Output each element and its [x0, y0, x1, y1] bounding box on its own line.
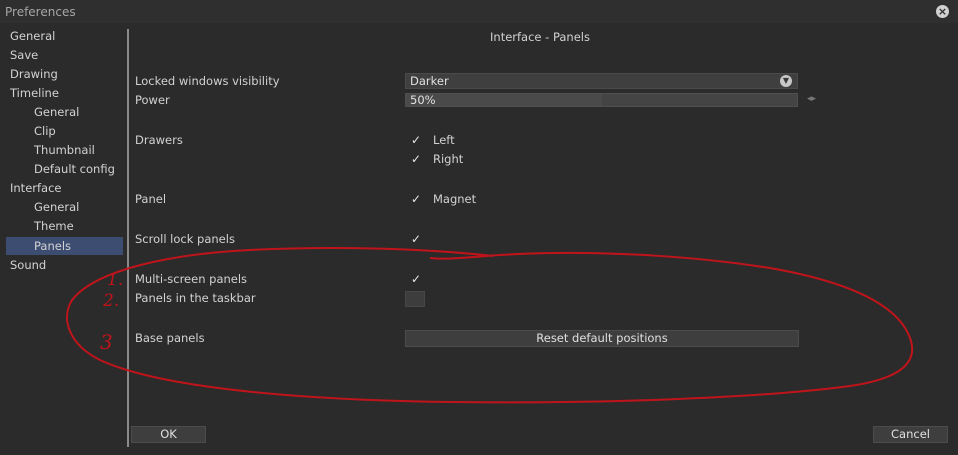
sidebar-item-clip[interactable]: Clip	[34, 122, 56, 140]
sidebar-item-save[interactable]: Save	[10, 46, 38, 64]
sidebar-item-timeline[interactable]: Timeline	[10, 84, 59, 102]
window-title: Preferences	[5, 5, 76, 19]
sidebar-item-sound[interactable]: Sound	[10, 256, 46, 274]
multi-screen-panels-label: Multi-screen panels	[135, 272, 248, 286]
reset-default-positions-button[interactable]: Reset default positions	[405, 330, 799, 347]
close-icon[interactable]: ×	[936, 5, 949, 18]
sidebar-item-theme[interactable]: Theme	[34, 217, 74, 235]
sidebar-divider	[127, 29, 129, 447]
annotation-overlay: 1. 2. 3	[66, 247, 914, 404]
spin-arrows-icon[interactable]: ◂▸	[807, 94, 816, 104]
base-panels-label: Base panels	[135, 331, 205, 345]
checkmark-icon[interactable]: ✓	[409, 133, 423, 147]
drawers-right-label: Right	[433, 152, 464, 166]
checkmark-icon[interactable]: ✓	[409, 272, 423, 286]
sidebar-item-timeline-general[interactable]: General	[34, 103, 79, 121]
ok-button[interactable]: OK	[131, 426, 206, 443]
panels-in-taskbar-checkbox[interactable]	[405, 291, 425, 307]
locked-windows-visibility-label: Locked windows visibility	[135, 74, 280, 88]
panels-in-taskbar-label: Panels in the taskbar	[135, 291, 256, 305]
sidebar-item-default-config[interactable]: Default config	[34, 160, 115, 178]
sidebar-item-drawing[interactable]: Drawing	[10, 65, 58, 83]
scroll-lock-panels-label: Scroll lock panels	[135, 232, 235, 246]
title-bar: Preferences ×	[0, 0, 958, 23]
drawers-left-label: Left	[433, 133, 455, 147]
sidebar-item-interface-general[interactable]: General	[34, 198, 79, 216]
locked-windows-visibility-dropdown[interactable]: Darker ▼	[405, 73, 798, 89]
checkmark-icon[interactable]: ✓	[409, 152, 423, 166]
power-label: Power	[135, 93, 170, 107]
panel-label: Panel	[135, 192, 167, 206]
sidebar-item-thumbnail[interactable]: Thumbnail	[34, 141, 95, 159]
magnet-label: Magnet	[433, 192, 477, 206]
page-title: Interface - Panels	[490, 30, 590, 44]
checkmark-icon[interactable]: ✓	[409, 232, 423, 246]
checkmark-icon[interactable]: ✓	[409, 192, 423, 206]
cancel-button[interactable]: Cancel	[873, 426, 948, 443]
power-value: 50%	[410, 93, 436, 107]
sidebar: General Save Drawing Timeline General Cl…	[0, 26, 126, 426]
dropdown-value: Darker	[410, 74, 449, 88]
sidebar-item-panels[interactable]: Panels	[34, 237, 71, 255]
chevron-down-icon[interactable]: ▼	[780, 75, 792, 87]
sidebar-item-general[interactable]: General	[10, 27, 55, 45]
power-slider[interactable]: 50%	[405, 93, 798, 107]
drawers-label: Drawers	[135, 133, 183, 147]
sidebar-item-interface[interactable]: Interface	[10, 179, 62, 197]
